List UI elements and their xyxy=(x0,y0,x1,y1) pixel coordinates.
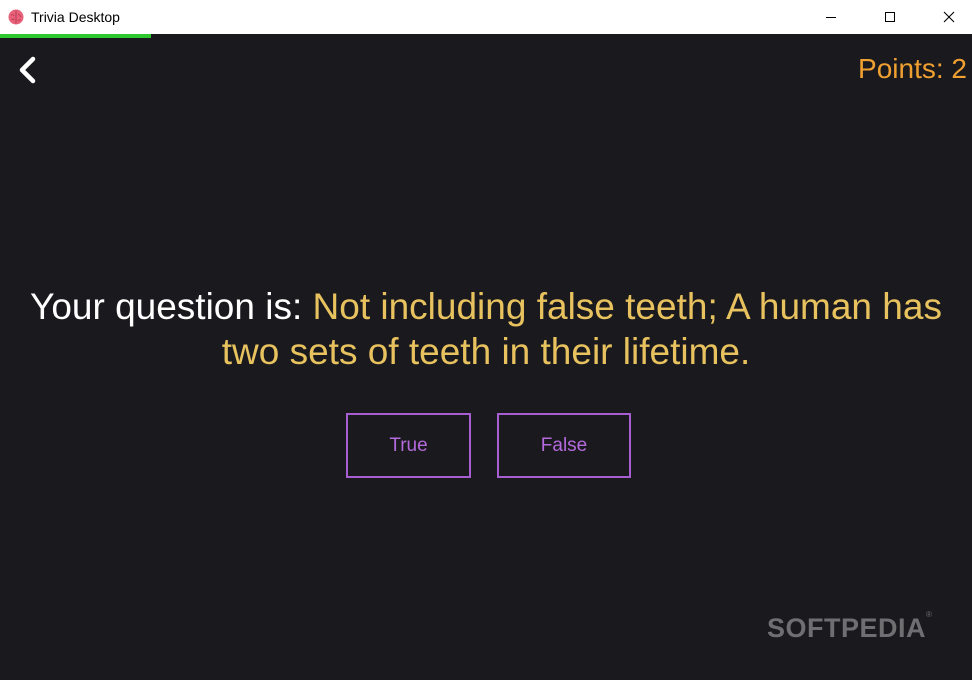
app-window: Trivia Desktop Points: 2 Your question i… xyxy=(0,0,972,680)
question-block: Your question is: Not including false te… xyxy=(20,284,952,374)
progress-fill xyxy=(0,34,151,38)
minimize-button[interactable] xyxy=(808,0,854,34)
progress-bar xyxy=(0,34,972,38)
points-counter: Points: 2 xyxy=(858,53,967,84)
softpedia-watermark: SOFTPEDIA® xyxy=(767,610,933,644)
title-bar: Trivia Desktop xyxy=(0,0,972,34)
registered-mark: ® xyxy=(926,610,933,619)
maximize-icon xyxy=(885,12,895,22)
maximize-button[interactable] xyxy=(867,0,913,34)
close-button[interactable] xyxy=(926,0,972,34)
true-button[interactable]: True xyxy=(346,413,471,478)
close-icon xyxy=(943,11,955,23)
watermark-text: SOFTPEDIA xyxy=(767,613,927,643)
question-prefix: Your question is: xyxy=(30,286,313,327)
chevron-left-icon xyxy=(19,56,36,84)
back-button[interactable] xyxy=(12,54,42,86)
minimize-icon xyxy=(826,17,836,18)
question-text: Not including false teeth; A human has t… xyxy=(221,286,942,372)
brain-icon xyxy=(8,9,24,25)
false-button[interactable]: False xyxy=(497,413,631,478)
window-title: Trivia Desktop xyxy=(31,9,120,25)
